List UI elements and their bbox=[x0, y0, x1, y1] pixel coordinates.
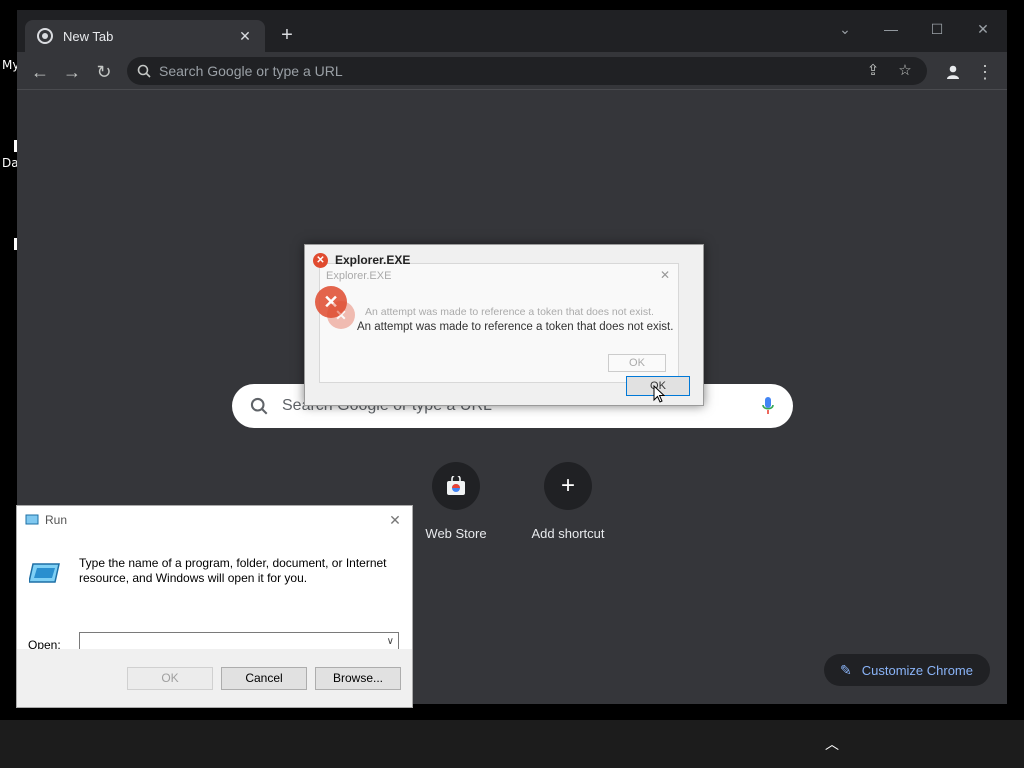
shortcut-web-store[interactable]: Web Store bbox=[401, 462, 511, 541]
maximize-icon[interactable]: ☐ bbox=[922, 16, 952, 42]
shortcut-label: Web Store bbox=[425, 526, 487, 541]
menu-kebab-icon[interactable]: ⋮ bbox=[971, 58, 999, 86]
bookmark-star-icon[interactable]: ☆ bbox=[893, 59, 917, 83]
customize-chrome-label: Customize Chrome bbox=[861, 662, 973, 678]
ghost-ok-button: OK bbox=[608, 354, 666, 372]
run-program-icon bbox=[29, 563, 60, 583]
dialog-message: An attempt was made to reference a token… bbox=[357, 321, 674, 333]
tab-search-icon[interactable]: ⌄ bbox=[830, 16, 860, 42]
show-hidden-icons-icon[interactable]: ︿ bbox=[822, 734, 842, 754]
toolbar: ← → ↻ Search Google or type a URL ⇪ ☆ ⋮ bbox=[17, 52, 1007, 90]
pencil-icon: ✎ bbox=[840, 661, 852, 678]
web-store-icon bbox=[432, 462, 480, 510]
reload-icon[interactable]: ↻ bbox=[90, 58, 118, 86]
new-tab-button[interactable]: + bbox=[275, 24, 299, 48]
run-body: Type the name of a program, folder, docu… bbox=[17, 534, 412, 655]
tab-close-icon[interactable]: ✕ bbox=[237, 28, 253, 45]
mouse-cursor-icon bbox=[653, 385, 665, 403]
run-footer: OK Cancel Browse... bbox=[17, 649, 412, 707]
search-icon bbox=[137, 64, 151, 78]
ghost-close-icon: ✕ bbox=[659, 268, 670, 282]
chevron-down-icon[interactable]: ∨ bbox=[387, 636, 394, 647]
dialog-title: Explorer.EXE bbox=[335, 253, 411, 267]
omnibox[interactable]: Search Google or type a URL ⇪ ☆ bbox=[127, 57, 927, 85]
close-icon[interactable]: ✕ bbox=[386, 512, 404, 529]
cancel-button[interactable]: Cancel bbox=[221, 667, 307, 690]
plus-icon: + bbox=[544, 462, 592, 510]
taskbar bbox=[0, 720, 1024, 768]
run-dialog: Run ✕ Type the name of a program, folder… bbox=[16, 505, 413, 708]
tab-new-tab[interactable]: New Tab ✕ bbox=[25, 20, 265, 52]
chrome-logo-icon bbox=[37, 28, 53, 44]
run-description: Type the name of a program, folder, docu… bbox=[79, 556, 387, 585]
minimize-icon[interactable]: — bbox=[876, 16, 906, 42]
ghost-title: Explorer.EXE bbox=[326, 270, 392, 282]
run-icon bbox=[25, 514, 39, 525]
search-icon bbox=[250, 397, 268, 415]
run-title: Run bbox=[45, 513, 68, 527]
browse-button[interactable]: Browse... bbox=[315, 667, 401, 690]
ghost-message: An attempt was made to reference a token… bbox=[365, 306, 654, 318]
shortcut-add[interactable]: + Add shortcut bbox=[513, 462, 623, 541]
close-window-icon[interactable]: ✕ bbox=[968, 16, 998, 42]
back-icon[interactable]: ← bbox=[26, 58, 54, 86]
voice-search-icon[interactable] bbox=[761, 396, 775, 416]
shortcut-label: Add shortcut bbox=[531, 526, 605, 541]
error-icon: ✕ bbox=[313, 253, 328, 268]
explorer-error-dialog: Explorer.EXE ✕ An attempt was made to re… bbox=[304, 244, 704, 406]
run-title-bar: Run ✕ bbox=[17, 506, 412, 534]
tab-title: New Tab bbox=[63, 28, 114, 44]
share-icon[interactable]: ⇪ bbox=[861, 59, 885, 83]
forward-icon[interactable]: → bbox=[58, 58, 86, 86]
error-icon: ✕ bbox=[327, 301, 355, 329]
title-bar: New Tab ✕ + ⌄ — ☐ ✕ bbox=[17, 10, 1007, 52]
customize-chrome-button[interactable]: ✎ Customize Chrome bbox=[824, 654, 990, 686]
ok-button[interactable]: OK bbox=[127, 667, 213, 690]
profile-icon[interactable] bbox=[939, 58, 967, 86]
omnibox-placeholder: Search Google or type a URL bbox=[159, 63, 343, 79]
